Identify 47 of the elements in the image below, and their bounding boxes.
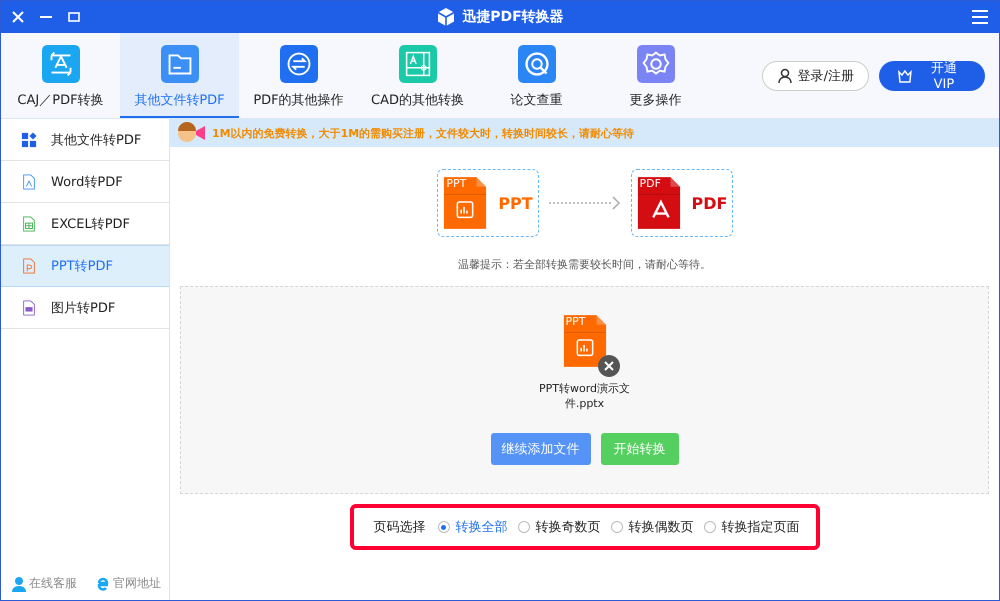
dotted-arrow-icon [548, 196, 620, 210]
spreadsheet-file-icon [21, 216, 37, 232]
image-file-icon [21, 300, 37, 316]
caj-icon [42, 44, 80, 82]
toolbar-tab[interactable]: CAJ／PDF转换 [1, 33, 120, 118]
radio-option[interactable]: 转换指定页面 [704, 518, 800, 536]
toolbar-tab[interactable]: CAD的其他转换 [358, 33, 477, 118]
person-icon [11, 576, 27, 592]
grid-icon [21, 132, 37, 148]
radio-option[interactable]: 转换偶数页 [610, 518, 694, 536]
browser-e-icon [95, 576, 111, 592]
presentation-file-icon: PPT [562, 313, 608, 369]
window-title: 迅捷PDF转换器 [462, 8, 564, 26]
cartoon-girl-megaphone-icon [176, 121, 208, 145]
check-icon [518, 44, 556, 82]
menu-icon[interactable] [971, 9, 989, 25]
presentation-file-icon: PPT [442, 175, 488, 231]
vip-button[interactable]: 开通VIP [879, 60, 985, 90]
remove-icon[interactable] [598, 355, 620, 377]
pdf-file-icon: PDF [636, 175, 682, 231]
cube-logo-icon [436, 7, 456, 27]
file-name: PPT转word演示文件.pptx [538, 381, 632, 411]
cad-icon [398, 44, 436, 82]
notice-text: 1M以内的免费转换，大于1M的需购买注册，文件较大时，转换时间较长，请耐心等待 [212, 126, 634, 140]
swap-icon [280, 44, 318, 82]
login-button[interactable]: 登录/注册 [762, 60, 869, 90]
crown-icon [897, 68, 913, 84]
page-selection-label: 页码选择 [374, 519, 426, 536]
tip-text: 温馨提示：若全部转换需要较长时间，请耐心等待。 [458, 257, 711, 272]
pdf-file-icon [21, 174, 37, 190]
footer-link[interactable]: 在线客服 [11, 575, 77, 592]
gear-icon [636, 44, 674, 82]
toolbar-tab[interactable]: 论文查重 [477, 33, 596, 118]
radio-option[interactable]: 转换全部 [438, 518, 508, 536]
maximize-icon[interactable] [67, 10, 81, 24]
format-label: PPT [498, 194, 533, 212]
user-icon [776, 68, 793, 84]
sidebar-item[interactable]: PPT转PDF [1, 245, 169, 287]
toolbar-tab[interactable]: 更多操作 [596, 33, 715, 118]
radio-option[interactable]: 转换奇数页 [518, 518, 600, 536]
footer-link[interactable]: 官网地址 [95, 575, 161, 592]
presentation-file-icon [21, 258, 37, 274]
toolbar-tab[interactable]: 其他文件转PDF [120, 33, 239, 118]
format-label: PDF [692, 194, 728, 212]
toolbar-tab[interactable]: PDF的其他操作 [239, 33, 358, 118]
folder-icon [160, 44, 198, 82]
close-icon[interactable] [11, 10, 25, 24]
